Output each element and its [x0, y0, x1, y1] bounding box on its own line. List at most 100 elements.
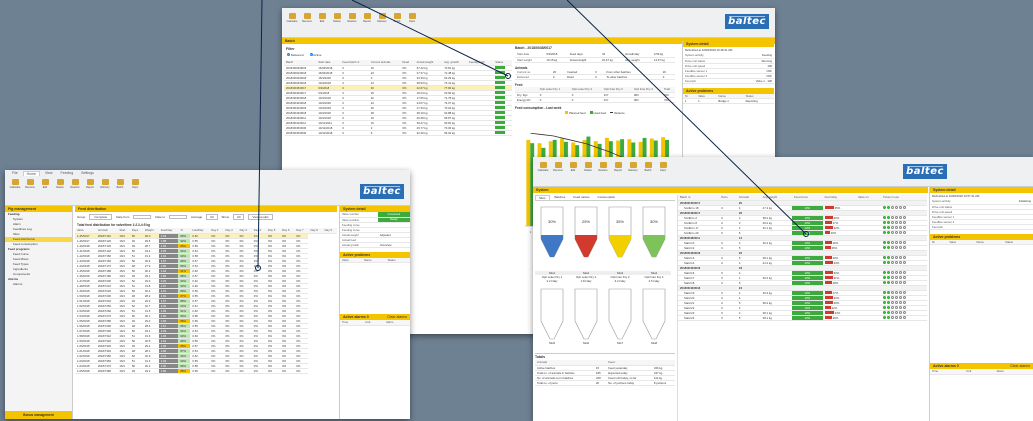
fed-today-bar	[824, 281, 832, 284]
date-to-input[interactable]	[169, 215, 188, 219]
clear-alarms-button[interactable]: Clear alarms	[387, 315, 407, 319]
silo-5[interactable]	[571, 287, 601, 347]
silo-name: Silo6	[582, 341, 590, 345]
silo-7[interactable]	[639, 287, 669, 347]
ribbon: Calculate Remove Edit Delete Restore Report De…	[533, 157, 1033, 187]
ribbon-button-8[interactable]: Open	[406, 13, 418, 23]
system-window: Calculate Remove Edit Delete Restore Report De…	[533, 157, 1033, 421]
silo-4[interactable]	[537, 287, 567, 347]
ribbon-button-7[interactable]: Batch	[642, 162, 654, 172]
ribbon-button-2[interactable]: Edit	[39, 179, 51, 189]
ribbon-icon	[408, 13, 416, 19]
show-select[interactable]: All	[233, 214, 245, 220]
ribbon-button-6[interactable]: Delivery	[99, 179, 111, 189]
ribbon-icon	[539, 162, 547, 168]
ribbon-tab-3[interactable]: Feeding	[58, 171, 77, 176]
ribbon-button-1[interactable]: Remove	[552, 162, 564, 172]
section-title: System	[533, 187, 928, 193]
silo-info: Silo1 Opti Leiter Dry 1 2.2 t/day	[535, 271, 569, 283]
ribbon-icon	[333, 13, 341, 19]
ribbon-icon	[26, 179, 34, 185]
ribbon-tab-2[interactable]: View	[42, 171, 56, 176]
ribbon-button-8[interactable]: Open	[129, 179, 141, 189]
ribbon-button-8[interactable]: Open	[657, 162, 669, 172]
silo-6[interactable]	[605, 287, 635, 347]
ribbon-button-0[interactable]: Calculate	[286, 13, 298, 23]
tube-indicators	[883, 246, 925, 249]
ribbon-button-2[interactable]: Edit	[316, 13, 328, 23]
ribbon-tab-0[interactable]: File	[9, 171, 21, 176]
ribbon-button-7[interactable]: Batch	[114, 179, 126, 189]
silo-level: 35%	[615, 219, 624, 224]
table-row[interactable]: 1-65/0018 2018/7380 16/4 49 29.2 1.85 88% 0.56 0…	[75, 368, 337, 374]
ribbon-tab-4[interactable]: Settings	[78, 171, 97, 176]
filter-bar: Group Complete Date from Date to Average…	[75, 212, 337, 222]
legend-planned: Planned feed	[565, 111, 586, 115]
silo-0[interactable]	[537, 205, 567, 265]
ribbon-button-1[interactable]: Remove	[24, 179, 36, 189]
silo-info: Silo2 Opti Leiter Dry 2 1.8 t/day	[569, 271, 603, 283]
delivered-checkbox[interactable]: Delivered	[287, 53, 304, 57]
silo-3[interactable]	[639, 205, 669, 265]
date-from-input[interactable]	[133, 215, 152, 219]
ribbon-icon	[629, 162, 637, 168]
silo-body	[540, 288, 564, 340]
tube-indicators	[883, 291, 925, 294]
pen-row[interactable]: Stald 24 0 5 38.1 kg 13% 29%	[678, 315, 927, 321]
silo-2[interactable]	[605, 205, 635, 265]
problem-row[interactable]: 1 1 Bridge 1 Reporting	[683, 98, 774, 104]
view-results-button[interactable]: View results	[248, 214, 273, 220]
silo-1[interactable]	[571, 205, 601, 265]
active-checkbox[interactable]: Active	[309, 53, 321, 57]
status-badge	[493, 130, 512, 136]
bonus-management-button[interactable]: Bonus management	[5, 411, 72, 419]
ribbon-button-4[interactable]: Restore	[597, 162, 609, 172]
group-select[interactable]: Complete	[89, 214, 113, 220]
subtab-0[interactable]: Silos	[535, 195, 550, 200]
silo-name: Silo7	[616, 341, 624, 345]
subtab-1[interactable]: Batches	[552, 195, 569, 200]
ribbon-button-3[interactable]: Delete	[331, 13, 343, 23]
ribbon-button-3[interactable]: Delete	[582, 162, 594, 172]
ribbon-button-1[interactable]: Remove	[301, 13, 313, 23]
ribbon-button-5[interactable]: Report	[612, 162, 624, 172]
ribbon-button-2[interactable]: Edit	[567, 162, 579, 172]
sidebar-item-14[interactable]: Alarms	[5, 282, 72, 287]
x-tick-label: 1	[530, 230, 532, 234]
fed-today-bar	[824, 306, 831, 309]
ribbon-button-0[interactable]: Calculate	[9, 179, 21, 189]
tube-indicators	[883, 301, 925, 304]
feed-distribution-table: Valve Animals Start Days Weight Feed/day% Last…	[75, 228, 337, 374]
ribbon-button-3[interactable]: Delete	[54, 179, 66, 189]
ribbon-icon	[288, 13, 296, 19]
subtab-3[interactable]: Consumption	[595, 195, 619, 200]
ribbon-icon	[101, 179, 109, 185]
ribbon-button-0[interactable]: Calculate	[537, 162, 549, 172]
fed-today-bar	[824, 296, 833, 299]
legend-variance: Variance	[610, 111, 625, 115]
ribbon-button-4[interactable]: Restore	[346, 13, 358, 23]
clear-alarms-button[interactable]: Clear alarms	[1010, 364, 1030, 368]
totals-table: Animals Feed Active batches 15 Feed yesterd…	[535, 360, 675, 386]
ribbon-button-6[interactable]: Delivery	[376, 13, 388, 23]
table-row[interactable]: 2018/0046/0000 10/12/2018 0 5 0% 32.49 kg 66.0…	[284, 130, 512, 136]
silo-body	[574, 288, 598, 340]
ribbon-button-6[interactable]: Delivery	[627, 162, 639, 172]
active-alarms-title: Active alarms 0	[343, 315, 369, 319]
fed-today-bar	[824, 256, 832, 259]
ribbon-button-5[interactable]: Report	[84, 179, 96, 189]
bar-planned-0	[526, 139, 531, 226]
average-select[interactable]: All	[206, 214, 218, 220]
silo-level: 25%	[581, 219, 590, 224]
ribbon-icon	[378, 13, 386, 19]
ribbon-tab-1[interactable]: Home	[22, 171, 40, 176]
detail-row: Feed job Valve 1 - 100	[683, 78, 774, 84]
fed-today-bar	[824, 216, 833, 219]
ribbon-button-5[interactable]: Report	[361, 13, 373, 23]
ribbon-button-7[interactable]: Batch	[391, 13, 403, 23]
ribbon-icon	[599, 162, 607, 168]
active-alarms-title: Active alarms 0	[933, 364, 959, 368]
subtab-2[interactable]: Feed valves	[570, 195, 592, 200]
ribbon-button-4[interactable]: Restore	[69, 179, 81, 189]
baltec-logo: baltec	[360, 184, 404, 199]
